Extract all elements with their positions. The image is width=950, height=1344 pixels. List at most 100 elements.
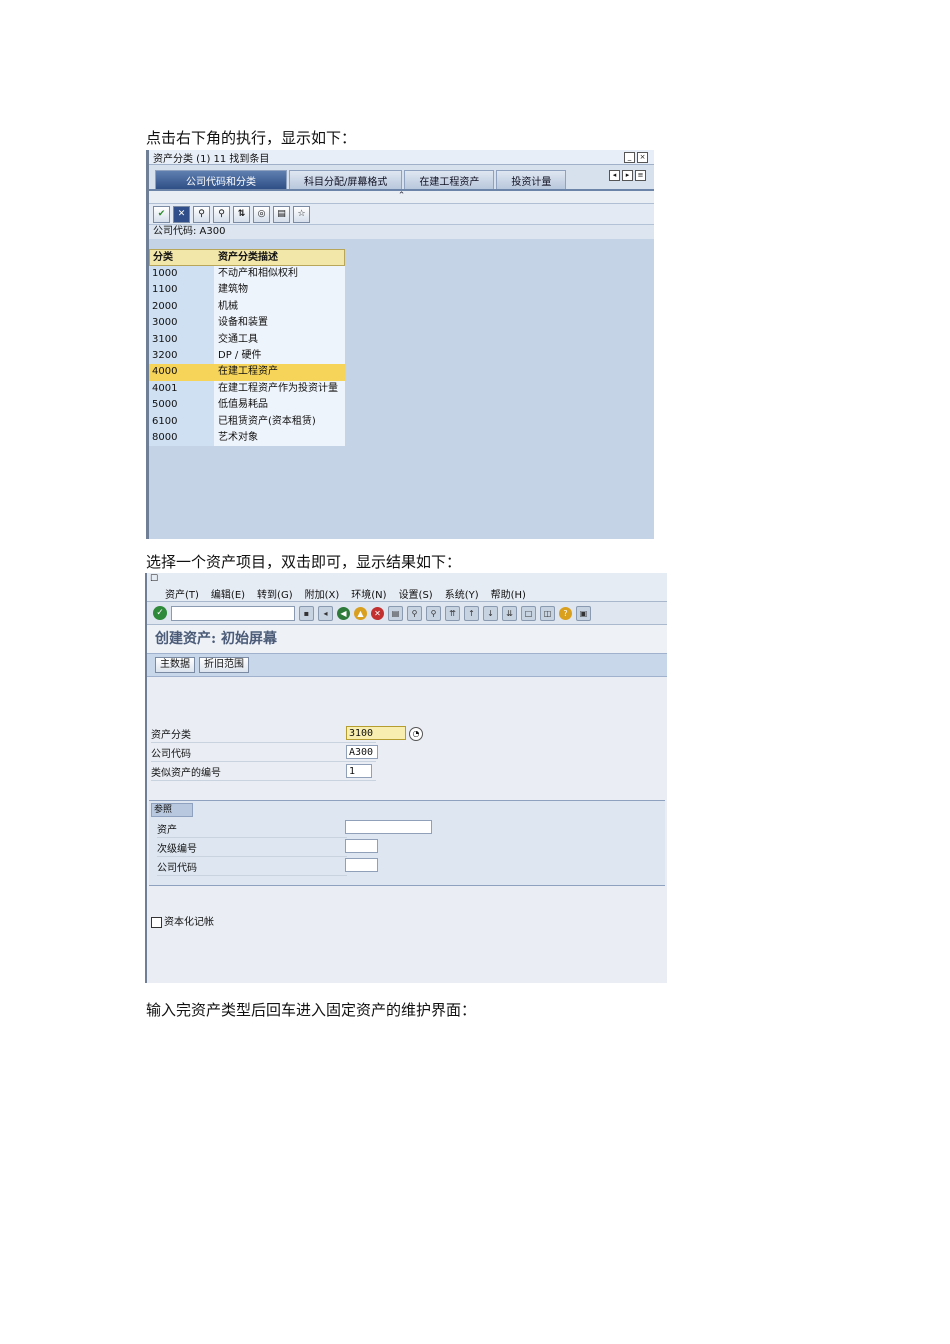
capitalization-checkbox[interactable] <box>151 916 162 928</box>
screen-title: 创建资产: 初始屏幕 <box>147 625 667 653</box>
save-icon[interactable]: ▪ <box>299 605 314 621</box>
capitalization-checkbox-row[interactable]: 资本化记帐 <box>151 913 214 928</box>
depreciation-areas-button[interactable]: 折旧范围 <box>199 657 249 673</box>
class-description-cell[interactable]: 交通工具 <box>214 332 345 348</box>
class-description-cell[interactable]: 艺术对象 <box>214 430 345 446</box>
class-code-cell[interactable]: 2000 <box>149 298 214 316</box>
check-icon[interactable]: ✔ <box>153 205 170 223</box>
last-page-icon[interactable]: ⇊ <box>502 605 517 621</box>
ref-asset-label: 资产 <box>157 825 177 836</box>
ref-company-code-row: 公司代码 <box>157 858 347 876</box>
class-code-cell[interactable]: 4000 <box>149 364 214 381</box>
minimize-icon[interactable]: _ <box>624 151 635 163</box>
window-menu-icon[interactable]: ☐ <box>150 574 158 584</box>
menu-item[interactable]: 设置(S) <box>399 586 433 601</box>
class-description-cell[interactable]: DP / 硬件 <box>214 348 345 364</box>
table-row[interactable]: 1100 建筑物 <box>149 282 345 299</box>
class-code-cell[interactable]: 3200 <box>149 347 214 365</box>
print-icon[interactable]: ▤ <box>273 205 290 223</box>
tab-list-icon[interactable]: ≡ <box>635 170 646 181</box>
tab-company-code-class[interactable]: 公司代码和分类 <box>155 170 287 189</box>
cancel-icon[interactable]: ✕ <box>371 606 384 620</box>
collapse-handle[interactable]: ⌃ <box>149 191 654 204</box>
value-help-icon[interactable]: ◔ <box>409 727 423 741</box>
layout-icon[interactable]: ▣ <box>576 605 591 621</box>
close-icon[interactable]: × <box>637 151 648 163</box>
class-code-cell[interactable]: 4001 <box>149 380 214 398</box>
master-data-button[interactable]: 主数据 <box>155 657 195 673</box>
filter-icon[interactable]: ◎ <box>253 205 270 223</box>
class-code-cell[interactable]: 6100 <box>149 413 214 430</box>
ref-company-code-input[interactable] <box>345 858 378 872</box>
similar-assets-row: 类似资产的编号 <box>151 763 376 781</box>
tab-auc[interactable]: 在建工程资产 <box>404 170 495 189</box>
class-description-cell[interactable]: 在建工程资产作为投资计量 <box>214 381 345 397</box>
prev-page-icon[interactable]: ↑ <box>464 605 479 621</box>
class-description-cell[interactable]: 已租赁资产(资本租赁) <box>214 414 345 430</box>
menu-item[interactable]: 帮助(H) <box>491 586 526 601</box>
company-code-input[interactable]: A300 <box>346 745 378 759</box>
class-description-cell[interactable]: 机械 <box>214 299 345 315</box>
command-field[interactable] <box>171 605 295 621</box>
table-row[interactable]: 6100 已租赁资产(资本租赁) <box>149 413 345 430</box>
find-icon[interactable]: ⚲ <box>193 205 210 223</box>
menu-item[interactable]: 转到(G) <box>257 586 293 601</box>
menu-item[interactable]: 附加(X) <box>305 586 340 601</box>
table-row[interactable]: 2000 机械 <box>149 298 345 316</box>
info-icon[interactable]: ☆ <box>293 205 310 223</box>
menu-item[interactable]: 编辑(E) <box>211 586 245 601</box>
class-description-cell[interactable]: 在建工程资产 <box>214 364 345 381</box>
tab-left-icon[interactable]: ◂ <box>609 170 620 181</box>
find-next-icon[interactable]: ⚲ <box>213 205 230 223</box>
ref-company-code-label: 公司代码 <box>157 863 197 874</box>
back-icon[interactable]: ◀ <box>337 606 350 620</box>
class-description-cell[interactable]: 不动产和相似权利 <box>214 266 345 282</box>
asset-class-input[interactable]: 3100 <box>346 726 406 740</box>
table-row[interactable]: 3000 设备和装置 <box>149 315 345 332</box>
exit-icon[interactable]: ▲ <box>354 606 367 620</box>
class-code-cell[interactable]: 3100 <box>149 331 214 348</box>
help-icon[interactable]: ? <box>559 606 572 620</box>
table-row[interactable]: 8000 艺术对象 <box>149 429 345 447</box>
print-icon[interactable]: ▤ <box>388 605 403 621</box>
table-row[interactable]: 3200 DP / 硬件 <box>149 347 345 365</box>
column-header-class[interactable]: 分类 <box>150 250 215 265</box>
find-next-icon[interactable]: ⚲ <box>426 605 441 621</box>
asset-class-table: 分类 资产分类描述 1000 不动产和相似权利 1100 建筑物 2000 机械 3000 设… <box>149 249 345 447</box>
class-code-cell[interactable]: 3000 <box>149 315 214 332</box>
table-row[interactable]: 4000 在建工程资产 <box>149 364 345 381</box>
new-session-icon[interactable]: □ <box>521 605 536 621</box>
ref-asset-input[interactable] <box>345 820 432 834</box>
menu-item[interactable]: 系统(Y) <box>445 586 479 601</box>
table-row[interactable]: 4001 在建工程资产作为投资计量 <box>149 380 345 398</box>
class-description-cell[interactable]: 建筑物 <box>214 282 345 298</box>
capitalization-checkbox-label: 资本化记帐 <box>164 917 214 928</box>
class-description-cell[interactable]: 低值易耗品 <box>214 397 345 413</box>
cancel-icon[interactable]: ✕ <box>173 205 190 223</box>
company-code-label: 公司代码: A300 <box>149 225 654 239</box>
table-row[interactable]: 1000 不动产和相似权利 <box>149 266 345 283</box>
menu-item[interactable]: 资产(T) <box>165 586 199 601</box>
tab-right-icon[interactable]: ▸ <box>622 170 633 181</box>
similar-assets-input[interactable]: 1 <box>346 764 372 778</box>
shortcut-icon[interactable]: ◫ <box>540 605 555 621</box>
tab-investment-measure[interactable]: 投资计量 <box>496 170 567 189</box>
column-header-description[interactable]: 资产分类描述 <box>215 250 344 265</box>
next-page-icon[interactable]: ↓ <box>483 605 498 621</box>
company-code-label: 公司代码 <box>151 749 191 760</box>
menu-item[interactable]: 环境(N) <box>351 586 386 601</box>
table-row[interactable]: 3100 交通工具 <box>149 331 345 348</box>
enter-icon[interactable]: ✓ <box>153 606 167 620</box>
class-code-cell[interactable]: 5000 <box>149 397 214 414</box>
ref-subnumber-row: 次级编号 <box>157 839 347 857</box>
class-code-cell[interactable]: 1000 <box>149 266 214 283</box>
table-row[interactable]: 5000 低值易耗品 <box>149 397 345 414</box>
ref-subnumber-input[interactable] <box>345 839 378 853</box>
find-icon[interactable]: ⚲ <box>407 605 422 621</box>
class-code-cell[interactable]: 1100 <box>149 282 214 299</box>
first-page-icon[interactable]: ⇈ <box>445 605 460 621</box>
sort-icon[interactable]: ⇅ <box>233 205 250 223</box>
tab-account-assignment[interactable]: 科目分配/屏幕格式 <box>289 170 403 189</box>
class-description-cell[interactable]: 设备和装置 <box>214 315 345 331</box>
class-code-cell[interactable]: 8000 <box>149 429 214 447</box>
